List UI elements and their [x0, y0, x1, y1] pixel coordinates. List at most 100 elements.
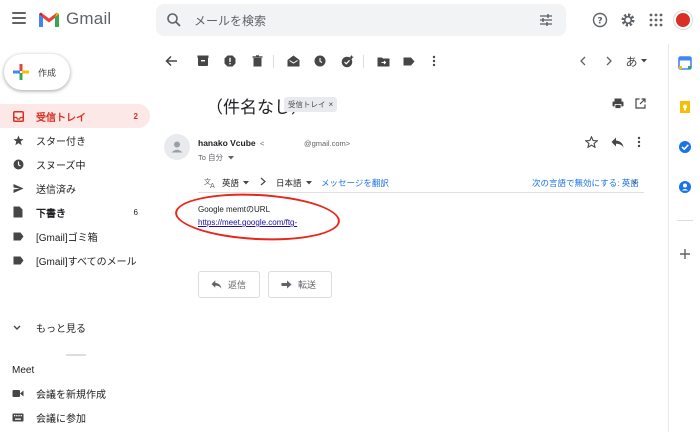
- translate-message-link[interactable]: メッセージを翻訳: [321, 177, 389, 189]
- gmail-m-icon: [39, 12, 59, 27]
- older-chevron-right-icon[interactable]: [601, 53, 617, 69]
- meet-item-label: 会議を新規作成: [36, 390, 106, 401]
- meet-join-meeting[interactable]: 会議に参加: [12, 410, 86, 425]
- back-arrow-icon[interactable]: [163, 53, 179, 69]
- label-chip-text: 受信トレイ: [288, 100, 326, 109]
- sender-avatar[interactable]: [164, 134, 190, 160]
- gmail-logo[interactable]: Gmail: [38, 9, 111, 29]
- caret-down-icon: [640, 59, 647, 63]
- sender-name[interactable]: hanako Vcube <: [198, 138, 264, 148]
- settings-gear-icon[interactable]: [614, 6, 642, 34]
- chevron-down-icon: [13, 325, 21, 330]
- svg-text:A: A: [210, 182, 215, 188]
- compose-button[interactable]: 作成: [4, 54, 70, 90]
- forward-label: 転送: [298, 280, 317, 290]
- send-icon: [12, 182, 24, 194]
- panel-resize-handle[interactable]: [66, 354, 86, 356]
- meet-new-meeting[interactable]: 会議を新規作成: [12, 386, 106, 401]
- draft-count: 6: [133, 207, 138, 217]
- caret-down-icon: [228, 156, 235, 160]
- move-to-icon[interactable]: [375, 53, 391, 69]
- sidebar-item-snoozed[interactable]: スヌーズ中: [0, 152, 150, 176]
- sidebar-item-inbox[interactable]: 受信トレイ 2: [0, 104, 150, 128]
- forward-button[interactable]: 転送: [268, 271, 332, 298]
- tasks-icon[interactable]: [678, 140, 692, 154]
- sidebar-item-all-mail[interactable]: [Gmail]すべてのメール: [0, 248, 150, 272]
- draft-icon: [12, 206, 24, 218]
- main-menu-icon[interactable]: [12, 12, 26, 26]
- compose-label: 作成: [38, 67, 57, 78]
- svg-text:?: ?: [597, 17, 602, 27]
- search-placeholder[interactable]: メールを検索: [194, 12, 266, 29]
- side-panel-divider: [677, 220, 693, 221]
- recipient-label: To 自分: [198, 153, 224, 162]
- sidebar-item-starred[interactable]: スター付き: [0, 128, 150, 152]
- unread-count: 2: [133, 111, 138, 121]
- search-options-icon[interactable]: [538, 12, 554, 28]
- source-language-select[interactable]: 英語: [222, 177, 250, 189]
- star-icon: [12, 134, 24, 146]
- newer-chevron-left-icon[interactable]: [575, 53, 591, 69]
- person-icon: [171, 141, 183, 153]
- caret-down-icon: [243, 181, 250, 185]
- sidebar-item-label: 送信済み: [36, 184, 76, 196]
- apps-grid-icon[interactable]: [642, 6, 670, 34]
- print-icon[interactable]: [612, 96, 624, 114]
- input-tools-label: あ: [625, 54, 638, 69]
- compose-plus-icon: [12, 63, 30, 81]
- highlight-circle: [173, 189, 342, 245]
- open-new-window-icon[interactable]: [635, 96, 646, 114]
- close-translate-icon[interactable]: ×: [632, 177, 637, 187]
- star-message-icon[interactable]: [584, 135, 599, 153]
- video-icon: [12, 390, 24, 397]
- sender-email-open: <: [260, 139, 265, 148]
- meet-heading: Meet: [12, 365, 35, 376]
- message-toolbar: あ: [155, 48, 655, 74]
- sidebar: 作成 受信トレイ 2 スター付き スヌーズ中 送信済み 下書き 6 [Gmail…: [0, 44, 155, 432]
- sidebar-nav: 受信トレイ 2 スター付き スヌーズ中 送信済み 下書き 6 [Gmail]ゴミ…: [0, 104, 150, 272]
- target-language: 日本語: [276, 178, 302, 188]
- gmail-logo-text: Gmail: [66, 9, 112, 28]
- message-more-vert-icon[interactable]: [637, 135, 641, 153]
- reply-icon[interactable]: [611, 135, 624, 153]
- reply-button[interactable]: 返信: [198, 271, 260, 298]
- label-icon: [12, 254, 24, 266]
- top-right-icons: ?: [586, 0, 700, 40]
- snooze-clock-icon[interactable]: [312, 53, 328, 69]
- side-panel: [668, 44, 700, 432]
- reply-icon: [211, 280, 222, 289]
- search-bar[interactable]: メールを検索: [156, 4, 566, 36]
- label-icon: [12, 230, 24, 242]
- reply-label: 返信: [228, 280, 247, 290]
- more-vert-icon[interactable]: [426, 53, 442, 69]
- add-addon-plus-icon[interactable]: [678, 247, 692, 261]
- target-language-select[interactable]: 日本語: [276, 177, 312, 189]
- report-spam-icon[interactable]: [222, 53, 238, 69]
- sidebar-item-drafts[interactable]: 下書き 6: [0, 200, 150, 224]
- sidebar-more-button[interactable]: もっと見る: [12, 320, 86, 335]
- account-avatar[interactable]: [674, 11, 692, 29]
- remove-label-icon[interactable]: ×: [329, 100, 334, 109]
- recipient-details[interactable]: To 自分: [198, 152, 235, 163]
- sidebar-item-label: 受信トレイ: [36, 112, 86, 124]
- disable-translation-link[interactable]: 次の言語で無効にする: 英語: [532, 177, 639, 189]
- keep-icon[interactable]: [678, 100, 692, 114]
- inbox-icon: [12, 110, 24, 122]
- archive-icon[interactable]: [195, 53, 211, 69]
- sender-email: @gmail.com>: [304, 139, 351, 148]
- help-icon[interactable]: ?: [586, 6, 614, 34]
- add-task-icon[interactable]: [339, 53, 355, 69]
- sidebar-item-trash[interactable]: [Gmail]ゴミ箱: [0, 224, 150, 248]
- label-tag-icon[interactable]: [401, 53, 417, 69]
- toolbar-divider: [273, 55, 274, 68]
- mark-unread-icon[interactable]: [285, 53, 301, 69]
- delete-trash-icon[interactable]: [249, 53, 265, 69]
- sidebar-item-sent[interactable]: 送信済み: [0, 176, 150, 200]
- sidebar-item-label: [Gmail]すべてのメール: [36, 256, 137, 268]
- meet-item-label: 会議に参加: [36, 414, 86, 425]
- search-icon[interactable]: [166, 12, 182, 28]
- calendar-icon[interactable]: [678, 56, 692, 70]
- input-tools-button[interactable]: あ: [623, 53, 649, 69]
- sidebar-item-label: 下書き: [36, 208, 66, 220]
- contacts-icon[interactable]: [678, 180, 692, 194]
